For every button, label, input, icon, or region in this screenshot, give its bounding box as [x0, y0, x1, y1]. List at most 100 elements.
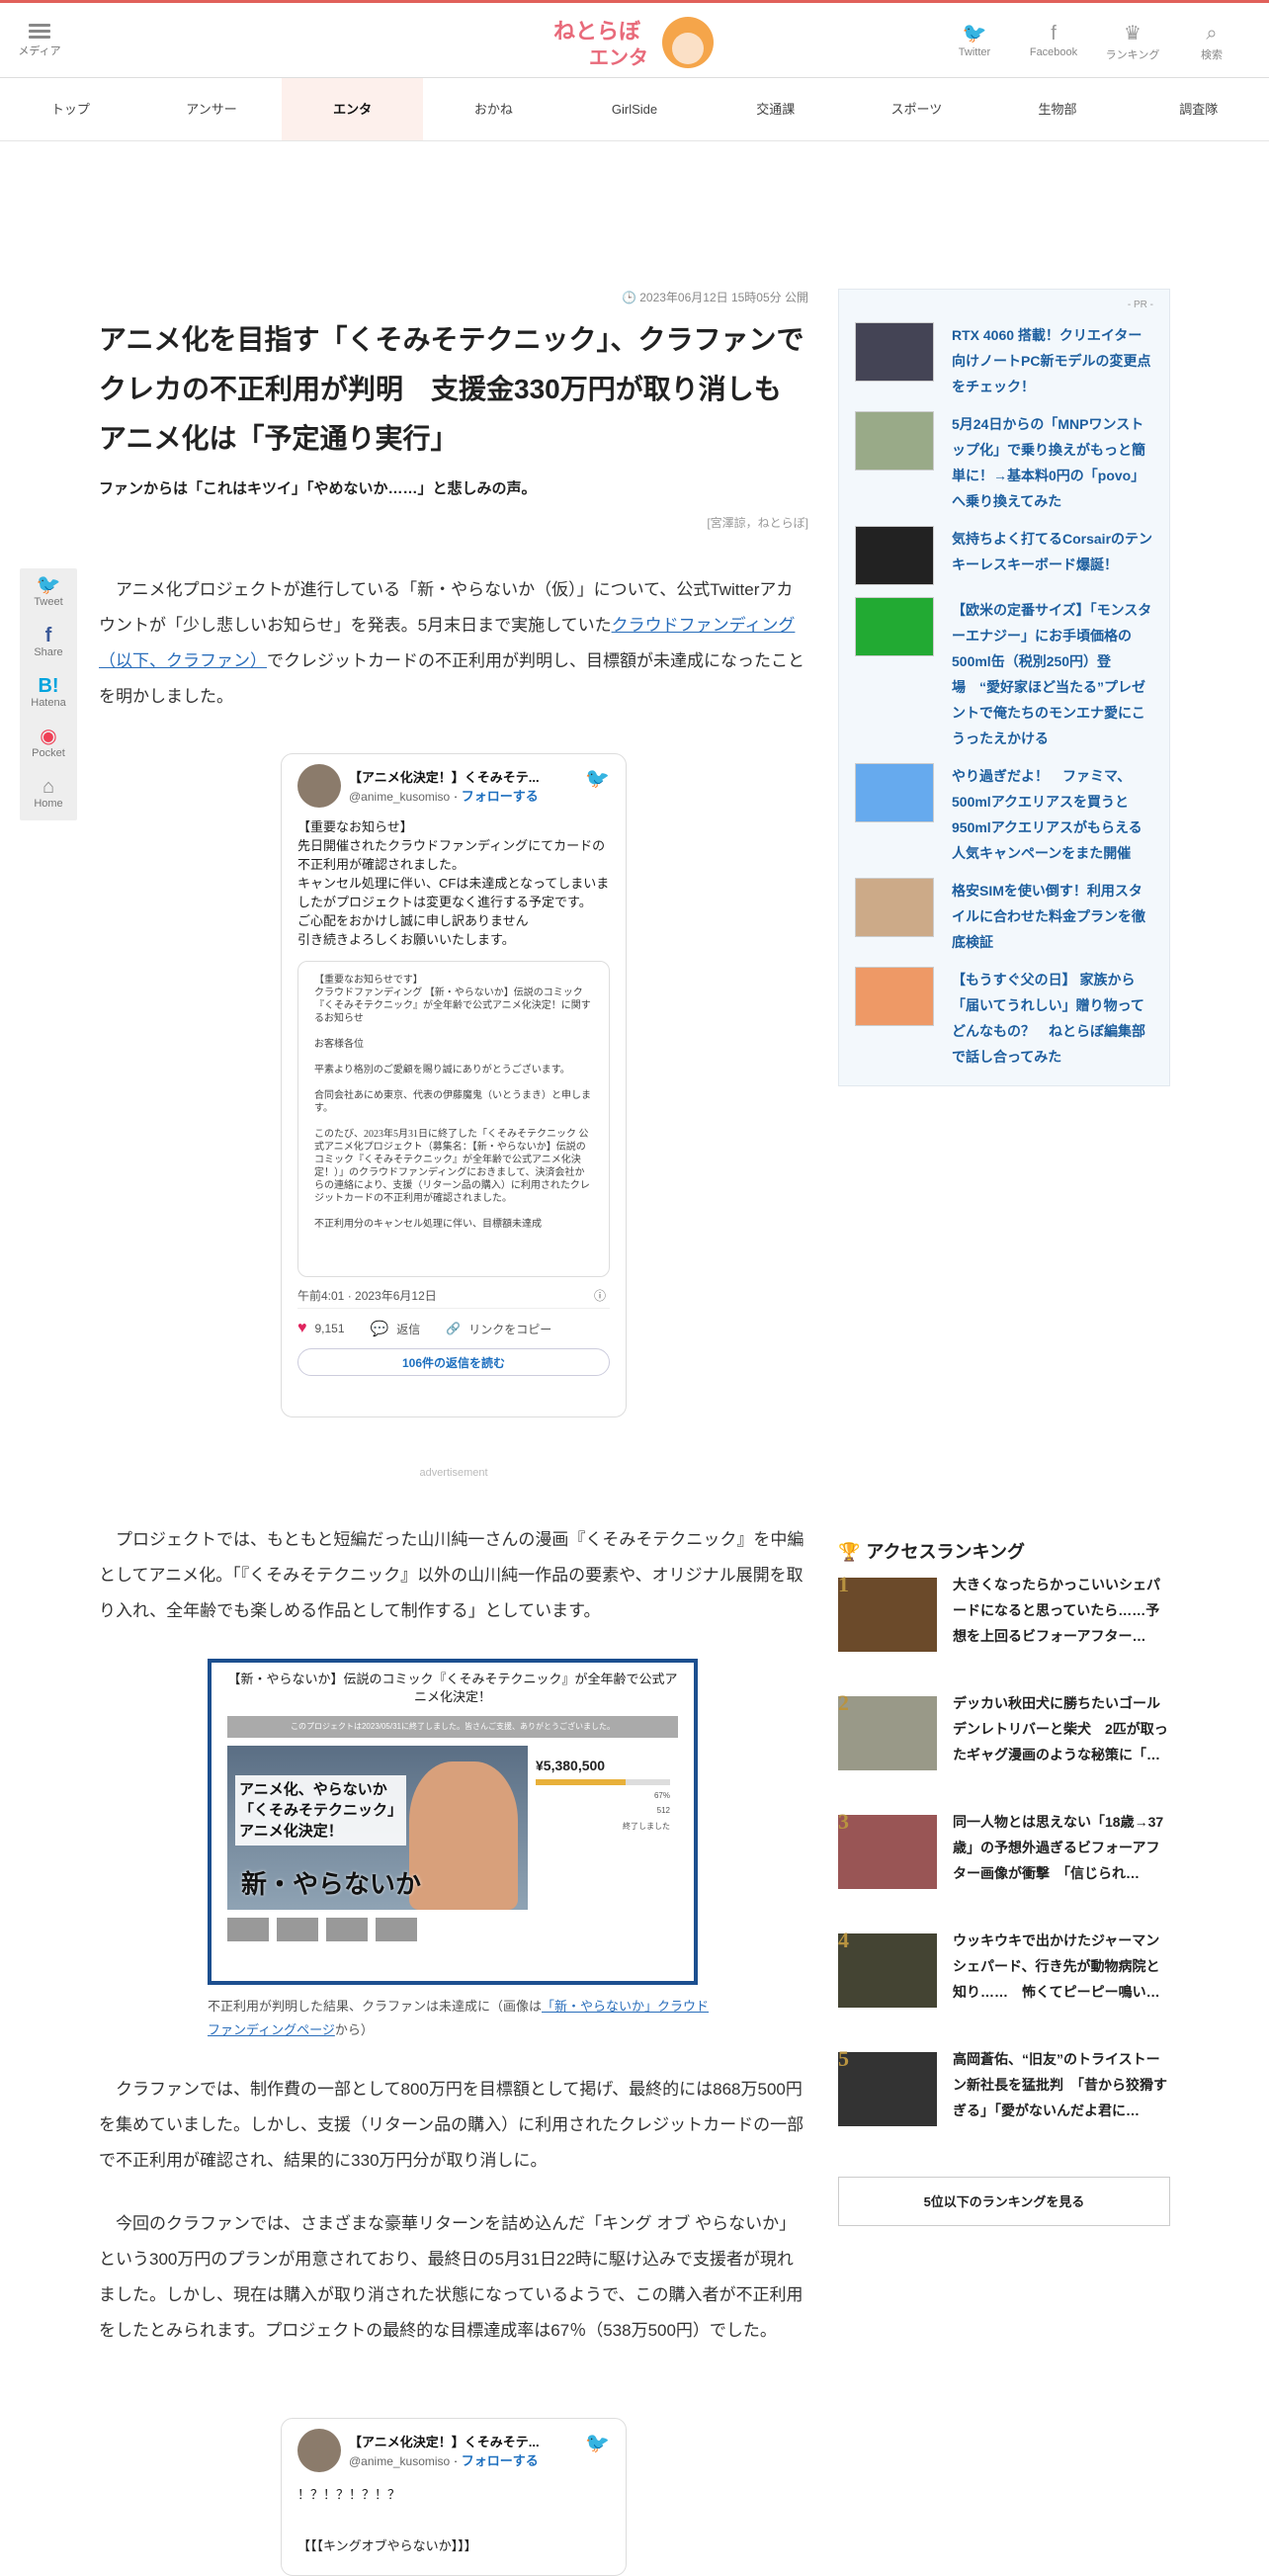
ranking-title-link[interactable]: 大きくなったらかっこいいシェパードになると思っていたら……予想を上回るビフォーア… — [953, 1572, 1170, 1690]
hatena-share-button[interactable]: B! Hatena — [20, 669, 77, 720]
follow-button[interactable]: フォローする — [462, 789, 539, 804]
pr-article-title[interactable]: 【もうすぐ父の日】 家族から「届いてうれしい」贈り物ってどんなもの？ ねとらぼ編… — [952, 967, 1153, 1070]
pr-article[interactable]: やり過ぎだよ！ ファミマ、500mlアクエリアスを買うと950mlアクエリアスが… — [855, 763, 1153, 866]
tweet-time-text: 午前4:01 · 2023年6月12日 — [297, 1289, 437, 1303]
article-title: アニメ化を目指す「くそみそテクニック」、クラファンでクレカの不正利用が判明 支援… — [99, 324, 804, 454]
ranking-item[interactable]: 4 ウッキウキで出かけたジャーマンシェパード、行き先が動物病院と知り…… 怖くてピ… — [838, 1928, 1170, 2046]
trophy-icon: 🏆 — [838, 1542, 861, 1562]
like-count: 9,151 — [314, 1322, 345, 1335]
ranking-item[interactable]: 2 デッカい秋田犬に勝ちたいゴールデンレトリバーと柴犬 2匹が取ったギャグ漫画のよ… — [838, 1690, 1170, 1809]
pr-thumbnail[interactable] — [855, 878, 934, 937]
pr-thumbnail[interactable] — [855, 322, 934, 382]
more-ranking-button[interactable]: 5位以下のランキングを見る — [838, 2177, 1170, 2226]
tweet-author: 【アニメ化決定！】くそみそテ... — [349, 2435, 540, 2449]
pr-thumbnail[interactable] — [855, 967, 934, 1026]
nav-tab[interactable]: 交通課 — [705, 78, 846, 140]
twitter-icon: 🐦 — [962, 23, 987, 44]
hamburger-icon-bar — [29, 30, 50, 33]
pr-article-title[interactable]: 格安SIMを使い倒す！利用スタイルに合わせた料金プランを徹底検証 — [952, 878, 1153, 955]
nav-tab[interactable]: トップ — [0, 78, 141, 140]
info-icon[interactable]: ⓘ — [594, 1287, 606, 1304]
pr-article[interactable]: RTX 4060 搭載！クリエイター向けノートPC新モデルの変更点をチェック！ — [855, 322, 1153, 399]
ranking-title-link[interactable]: 高岡蒼佑、“旧友”のトライストーン新社長を猛批判 「昔から狡猾すぎる」「愛がない… — [953, 2046, 1170, 2165]
ranking-thumbnail[interactable] — [838, 1815, 937, 1889]
facebook-share-button[interactable]: f Share — [20, 619, 77, 669]
nav-tab[interactable]: エンタ — [282, 78, 424, 140]
figure-title: 【新・やらないか】伝説のコミック『くそみそテクニック』が全年齢で公式アニメ化決定… — [227, 1672, 678, 1704]
ranking-title-link[interactable]: 同一人物とは思えない「18歳→37歳」の予想外過ぎるビフォーアフター画像が衝撃 … — [953, 1809, 1170, 1928]
nav-tab[interactable]: おかね — [423, 78, 564, 140]
search-icon: ⌕ — [1206, 23, 1218, 44]
tweet-share-button[interactable]: 🐦 Tweet — [20, 568, 77, 619]
access-ranking: 🏆 アクセスランキング 1 大きくなったらかっこいいシェパードになると思っていたら…… — [838, 1532, 1170, 2226]
header-icon-label: Twitter — [958, 46, 991, 58]
read-replies-button[interactable]: 106件の返信を読む — [297, 1348, 610, 1376]
reply-button[interactable]: 💬 返信 — [371, 1320, 421, 1337]
ranking-item[interactable]: 1 大きくなったらかっこいいシェパードになると思っていたら……予想を上回るビフォー… — [838, 1572, 1170, 1690]
share-bar: 🐦 Tweet f Share B! Hatena ◉ Pocket ⌂ Home — [20, 568, 77, 820]
nav-tab[interactable]: アンサー — [141, 78, 283, 140]
pr-article-title[interactable]: RTX 4060 搭載！クリエイター向けノートPC新モデルの変更点をチェック！ — [952, 322, 1153, 399]
pr-article-title[interactable]: 5月24日からの「MNPワンストップ化」で乗り換えがもっと簡単に！→基本料0円の… — [952, 411, 1153, 514]
ranking-thumbnail[interactable] — [838, 1696, 937, 1770]
pocket-share-button[interactable]: ◉ Pocket — [20, 720, 77, 770]
pr-article[interactable]: 【もうすぐ父の日】 家族から「届いてうれしい」贈り物ってどんなもの？ ねとらぼ編… — [855, 967, 1153, 1070]
pr-thumbnail[interactable] — [855, 411, 934, 471]
pr-article[interactable]: 気持ちよく打てるCorsairのテンキーレスキーボード爆誕！ — [855, 526, 1153, 585]
pr-thumbnail[interactable] — [855, 763, 934, 822]
ranking-thumbnail[interactable] — [838, 1578, 937, 1652]
crowdfunding-screenshot[interactable]: 【新・やらないか】伝説のコミック『くそみそテクニック』が全年齢で公式アニメ化決定… — [208, 1659, 698, 1985]
twitter-button[interactable]: 🐦 Twitter — [935, 21, 1014, 62]
embedded-tweet-2[interactable]: 【アニメ化決定！】くそみそテ... @anime_kusomiso · フォローす… — [281, 2418, 627, 2576]
search-button[interactable]: ⌕ 検索 — [1172, 21, 1251, 62]
copy-label: リンクをコピー — [468, 1322, 552, 1336]
ranking-title-link[interactable]: ウッキウキで出かけたジャーマンシェパード、行き先が動物病院と知り…… 怖くてピー… — [953, 1928, 1170, 2046]
menu-button[interactable]: メディア — [18, 21, 61, 58]
hamburger-icon-bar — [29, 36, 50, 39]
pr-article-title[interactable]: 気持ちよく打てるCorsairのテンキーレスキーボード爆誕！ — [952, 526, 1153, 585]
funding-progress — [536, 1779, 670, 1785]
like-button[interactable]: ♥ 9,151 — [297, 1320, 345, 1337]
pocket-share-icon: ◉ — [40, 726, 57, 747]
tweet-image-notice[interactable]: 【重要なお知らせです】 クラウドファンディング 【新・やらないか】伝説のコミック… — [297, 961, 610, 1277]
follow-button[interactable]: フォローする — [462, 2453, 539, 2468]
logo-sub: エンタ — [589, 46, 648, 69]
rank-number: 3 — [838, 1809, 849, 1834]
pr-article[interactable]: 5月24日からの「MNPワンストップ化」で乗り換えがもっと簡単に！→基本料0円の… — [855, 411, 1153, 514]
site-logo[interactable]: ねとらぼ エンタ — [550, 9, 727, 74]
ranking-item[interactable]: 3 同一人物とは思えない「18歳→37歳」の予想外過ぎるビフォーアフター画像が衝撃… — [838, 1809, 1170, 1928]
nav-tab[interactable]: スポーツ — [846, 78, 987, 140]
facebook-icon: f — [1051, 23, 1057, 44]
nav-tab[interactable]: 生物部 — [987, 78, 1129, 140]
pr-thumbnail[interactable] — [855, 526, 934, 585]
crown-button[interactable]: ♛ ランキング — [1093, 21, 1172, 62]
copy-link-button[interactable]: 🔗 リンクをコピー — [446, 1321, 551, 1337]
advertisement-label: advertisement — [419, 1467, 488, 1479]
article-body-3: クラファンでは、制作費の一部として800万円を目標額として掲げ、最終的には868… — [99, 2072, 808, 2349]
facebook-share-icon: f — [44, 625, 52, 646]
embedded-tweet-1[interactable]: 【アニメ化決定！】くそみそテ... @anime_kusomiso · フォローす… — [281, 753, 627, 1417]
pr-article[interactable]: 【欧米の定番サイズ】「モンスターエナジー」にお手頃価格の500ml缶（税別250… — [855, 597, 1153, 751]
nav-tab[interactable]: GirlSide — [564, 78, 706, 140]
share-label: Tweet — [34, 596, 63, 608]
share-label: Home — [34, 798, 63, 810]
pr-article[interactable]: 格安SIMを使い倒す！利用スタイルに合わせた料金プランを徹底検証 — [855, 878, 1153, 955]
figure-banner: このプロジェクトは2023/05/31に終了しました。皆さんご支援、ありがとうご… — [227, 1716, 678, 1738]
pr-article-title[interactable]: 【欧米の定番サイズ】「モンスターエナジー」にお手頃価格の500ml缶（税別250… — [952, 597, 1153, 751]
avatar — [297, 764, 341, 808]
ranking-thumbnail[interactable] — [838, 2052, 937, 2126]
ranking-title: 🏆 アクセスランキング — [838, 1532, 1170, 1572]
backer-count: 512 — [656, 1806, 670, 1815]
rank-number: 1 — [838, 1572, 849, 1596]
ranking-thumbnail[interactable] — [838, 1933, 937, 2008]
ranking-item[interactable]: 5 高岡蒼佑、“旧友”のトライストーン新社長を猛批判 「昔から狡猾すぎる」「愛がな… — [838, 2046, 1170, 2165]
pr-article-title[interactable]: やり過ぎだよ！ ファミマ、500mlアクエリアスを買うと950mlアクエリアスが… — [952, 763, 1153, 866]
pr-thumbnail[interactable] — [855, 597, 934, 656]
nav-tab[interactable]: 調査隊 — [1128, 78, 1269, 140]
paragraph-4: 今回のクラファンでは、さまざまな豪華リターンを詰め込んだ「キング オブ やらない… — [99, 2214, 804, 2340]
facebook-button[interactable]: f Facebook — [1014, 21, 1093, 62]
share-label: Pocket — [32, 747, 65, 759]
home-share-button[interactable]: ⌂ Home — [20, 770, 77, 820]
ranking-title-link[interactable]: デッカい秋田犬に勝ちたいゴールデンレトリバーと柴犬 2匹が取ったギャグ漫画のよう… — [953, 1690, 1170, 1809]
tweet-timestamp[interactable]: 午前4:01 · 2023年6月12日 ⓘ — [297, 1287, 610, 1309]
